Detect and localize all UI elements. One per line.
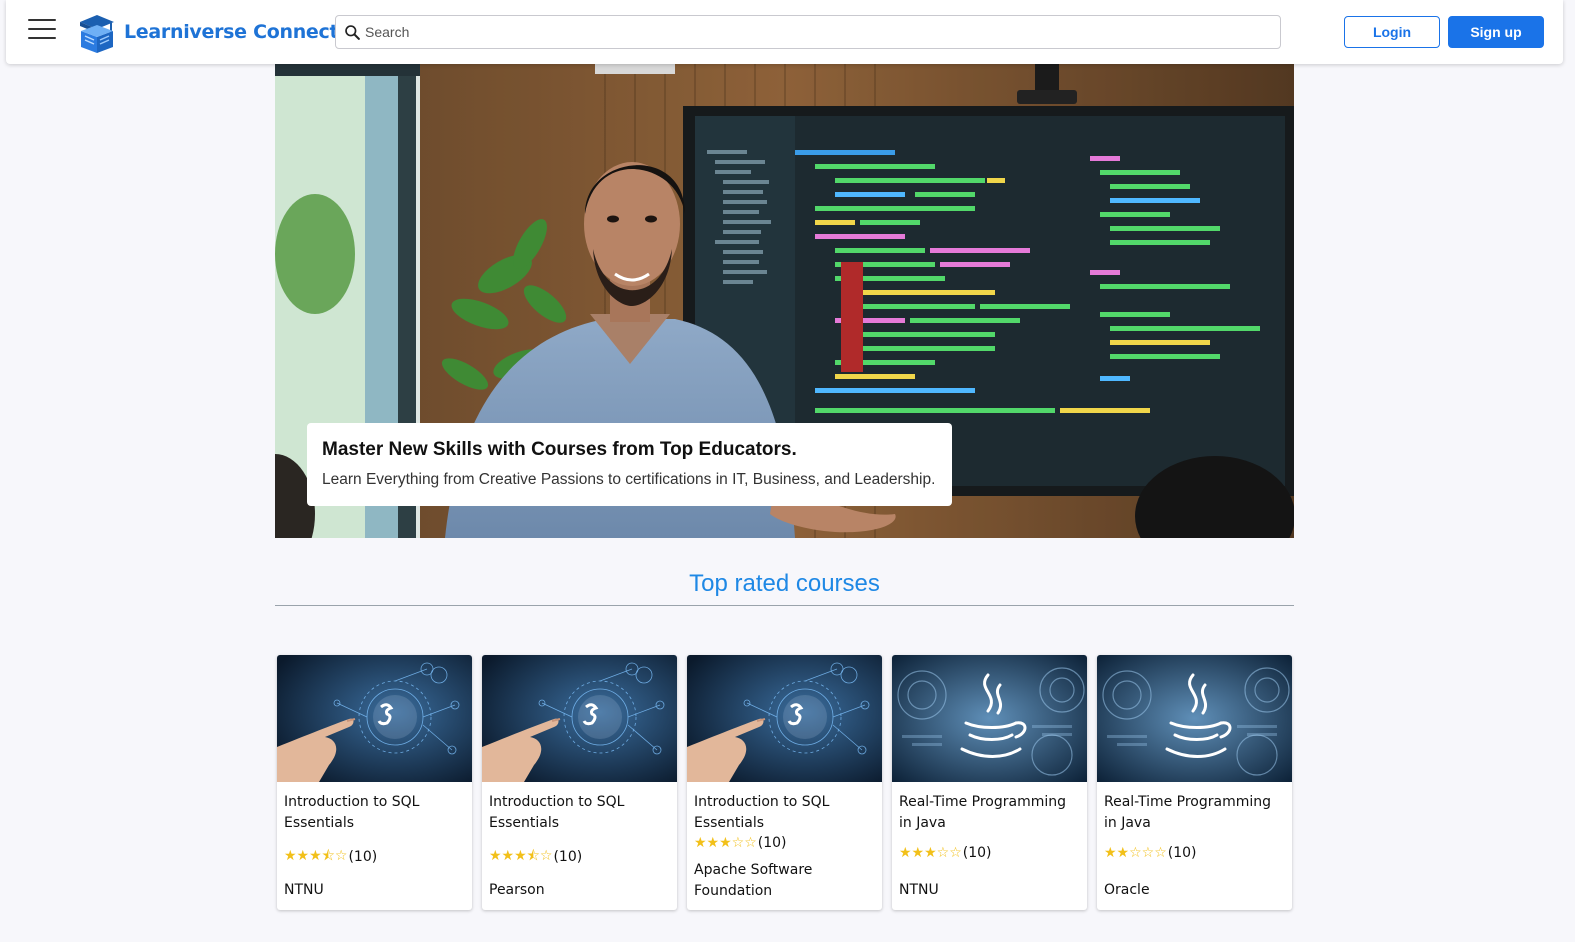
course-card[interactable]: Real-Time Programming in Java ★★☆☆☆ (10)… <box>1097 655 1292 910</box>
hero-title: Master New Skills with Courses from Top … <box>322 439 797 460</box>
course-provider: NTNU <box>284 882 324 898</box>
sql-course-thumbnail <box>687 655 882 782</box>
course-card[interactable]: Introduction to SQL Essentials ★★★⯪☆ (10… <box>277 655 472 910</box>
hero-subtitle: Learn Everything from Creative Passions … <box>322 471 936 488</box>
brand-logo[interactable]: Learniverse Connect <box>76 9 339 55</box>
section-divider <box>275 605 1294 606</box>
hamburger-menu-icon[interactable] <box>28 19 56 39</box>
top-navbar: Learniverse Connect Login Sign up <box>6 0 1563 64</box>
sql-course-thumbnail <box>277 655 472 782</box>
course-title[interactable]: Introduction to SQL Essentials <box>284 792 466 834</box>
sql-course-thumbnail <box>482 655 677 782</box>
review-count: (10) <box>962 845 992 861</box>
hero-banner: Master New Skills with Courses from Top … <box>275 64 1294 538</box>
review-count: (10) <box>348 849 378 865</box>
star-rating-icon: ★★★☆☆ <box>694 835 757 851</box>
star-rating-icon: ★★☆☆☆ <box>1104 845 1167 861</box>
login-button[interactable]: Login <box>1344 16 1440 48</box>
search-box[interactable] <box>335 15 1281 49</box>
course-rating: ★★★☆☆ (10) <box>694 835 787 851</box>
signup-button[interactable]: Sign up <box>1448 16 1544 48</box>
brand-name: Learniverse Connect <box>124 21 339 43</box>
java-course-thumbnail <box>892 655 1087 782</box>
star-rating-icon: ★★★⯪☆ <box>489 848 553 864</box>
course-provider: Oracle <box>1104 882 1150 898</box>
search-input[interactable] <box>365 24 1265 40</box>
course-card[interactable]: Introduction to SQL Essentials ★★★☆☆ (10… <box>687 655 882 910</box>
course-rating: ★★☆☆☆ (10) <box>1104 845 1197 861</box>
course-provider: Apache Software Foundation <box>694 862 813 899</box>
course-rating: ★★★⯪☆ (10) <box>489 845 582 869</box>
java-course-thumbnail <box>1097 655 1292 782</box>
course-card[interactable]: Introduction to SQL Essentials ★★★⯪☆ (10… <box>482 655 677 910</box>
course-provider: NTNU <box>899 882 939 898</box>
review-count: (10) <box>553 849 583 865</box>
course-provider: Pearson <box>489 882 545 898</box>
course-title[interactable]: Real-Time Programming in Java <box>1104 792 1286 834</box>
course-title[interactable]: Introduction to SQL Essentials <box>694 792 876 834</box>
review-count: (10) <box>757 835 787 851</box>
star-rating-icon: ★★★☆☆ <box>899 845 962 861</box>
course-card[interactable]: Real-Time Programming in Java ★★★☆☆ (10)… <box>892 655 1087 910</box>
course-rating: ★★★☆☆ (10) <box>899 845 992 861</box>
course-title[interactable]: Introduction to SQL Essentials <box>489 792 671 834</box>
graduation-cap-book-icon <box>80 15 114 53</box>
course-rating: ★★★⯪☆ (10) <box>284 845 377 869</box>
hero-caption: Master New Skills with Courses from Top … <box>307 423 952 506</box>
review-count: (10) <box>1167 845 1197 861</box>
course-title[interactable]: Real-Time Programming in Java <box>899 792 1081 834</box>
section-title: Top rated courses <box>689 570 880 597</box>
search-icon <box>345 24 360 40</box>
star-rating-icon: ★★★⯪☆ <box>284 848 348 864</box>
